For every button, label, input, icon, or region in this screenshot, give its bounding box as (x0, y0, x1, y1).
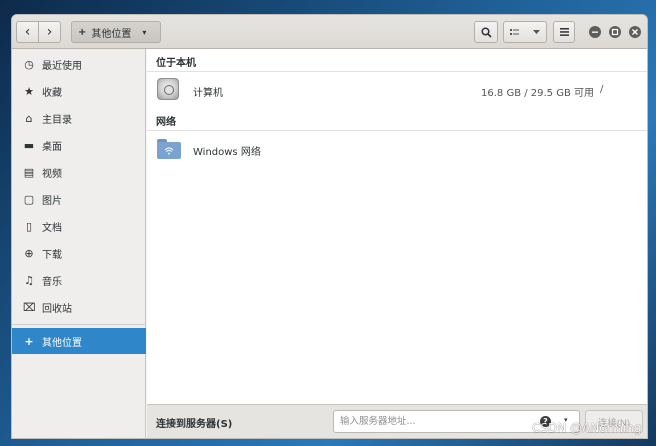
plus-icon: + (24, 334, 34, 348)
chevron-right-icon: › (46, 24, 53, 40)
computer-row[interactable]: 计算机 16.8 GB / 29.5 GB 可用 / (147, 72, 647, 106)
sidebar-item-label: 音乐 (42, 277, 62, 288)
star-icon: ★ (24, 85, 34, 98)
maximize-button[interactable] (609, 26, 621, 38)
video-icon: ▤ (23, 166, 35, 179)
chevron-left-icon: ‹ (24, 24, 31, 40)
sidebar-item-starred[interactable]: ★ 收藏 (12, 78, 146, 105)
trash-icon: ⌧ (23, 301, 36, 314)
path-bar-button[interactable]: + 其他位置 ▾ (71, 21, 161, 43)
network-folder-icon (157, 139, 181, 159)
sidebar-divider (12, 324, 146, 325)
list-view-icon (510, 28, 520, 35)
menu-button[interactable] (553, 21, 575, 43)
sidebar-item-recent[interactable]: ◷ 最近使用 (12, 51, 146, 78)
sidebar-item-desktop[interactable]: ▬ 桌面 (12, 132, 146, 159)
section-title-on-this-computer: 位于本机 (156, 58, 196, 69)
minimize-icon (592, 31, 598, 33)
hard-disk-icon (157, 78, 179, 100)
forward-button[interactable]: › (38, 21, 61, 43)
sidebar-item-label: 视频 (42, 169, 62, 180)
desktop-icon: ▬ (23, 139, 35, 152)
sidebar-item-label: 主目录 (42, 115, 72, 126)
sidebar-item-home[interactable]: ⌂ 主目录 (12, 105, 146, 132)
download-icon: ⊕ (24, 247, 34, 260)
windows-network-row[interactable]: Windows 网络 (147, 131, 647, 165)
close-icon (632, 29, 638, 35)
section-title-networks: 网络 (156, 117, 176, 128)
disk-usage-text: 16.8 GB / 29.5 GB 可用 (481, 88, 595, 99)
maximize-icon (611, 28, 619, 36)
sidebar-item-label: 其他位置 (42, 337, 82, 349)
connect-to-server-label: 连接到服务器(S) (156, 419, 233, 430)
sidebar-item-label: 回收站 (42, 304, 72, 315)
sidebar-item-trash[interactable]: ⌧ 回收站 (12, 294, 146, 321)
chevron-down-icon (532, 29, 540, 34)
document-icon: ▯ (25, 220, 33, 233)
watermark-text: CSDN @ANorming (532, 421, 642, 435)
music-icon: ♫ (24, 274, 34, 287)
chevron-down-icon: ▾ (142, 27, 147, 37)
picture-icon: ▢ (23, 193, 35, 206)
sidebar-item-label: 文档 (42, 223, 62, 234)
home-icon: ⌂ (25, 112, 33, 125)
mount-point-text: / (600, 84, 604, 95)
sidebar-item-documents[interactable]: ▯ 文档 (12, 213, 146, 240)
sidebar-item-downloads[interactable]: ⊕ 下载 (12, 240, 146, 267)
search-button[interactable] (474, 21, 498, 43)
close-button[interactable] (629, 26, 641, 38)
recent-clock-icon: ◷ (24, 58, 34, 71)
sidebar-item-label: 图片 (42, 196, 62, 207)
path-label: 其他位置 (91, 28, 132, 40)
sidebar-item-label: 桌面 (42, 142, 62, 153)
header-bar: ‹ › + 其他位置 ▾ (12, 15, 647, 49)
hamburger-menu-icon (559, 28, 569, 36)
sidebar: ◷ 最近使用 ★ 收藏 ⌂ 主目录 ▬ 桌面 ▤ 视频 ▢ 图片 ▯ 文档 ⊕ (12, 49, 146, 438)
locations-content: 位于本机 计算机 16.8 GB / 29.5 GB 可用 / 网络 Windo… (147, 49, 647, 404)
sidebar-item-label: 最近使用 (42, 61, 82, 72)
plus-icon: + (78, 26, 87, 38)
computer-label: 计算机 (193, 88, 223, 99)
sidebar-item-music[interactable]: ♫ 音乐 (12, 267, 146, 294)
search-icon (480, 26, 492, 38)
sidebar-item-label: 收藏 (42, 88, 62, 99)
sidebar-item-label: 下载 (42, 250, 62, 261)
minimize-button[interactable] (589, 26, 601, 38)
sidebar-item-pictures[interactable]: ▢ 图片 (12, 186, 146, 213)
back-button[interactable]: ‹ (16, 21, 39, 43)
file-manager-window: ‹ › + 其他位置 ▾ ◷ 最近使用 ★ 收藏 ⌂ 主目录 ▬ 桌面 ▤ 视频… (11, 14, 648, 439)
view-options-button[interactable] (503, 21, 547, 43)
sidebar-item-videos[interactable]: ▤ 视频 (12, 159, 146, 186)
windows-network-label: Windows 网络 (193, 147, 261, 158)
sidebar-item-other-locations[interactable]: + 其他位置 (12, 328, 146, 354)
